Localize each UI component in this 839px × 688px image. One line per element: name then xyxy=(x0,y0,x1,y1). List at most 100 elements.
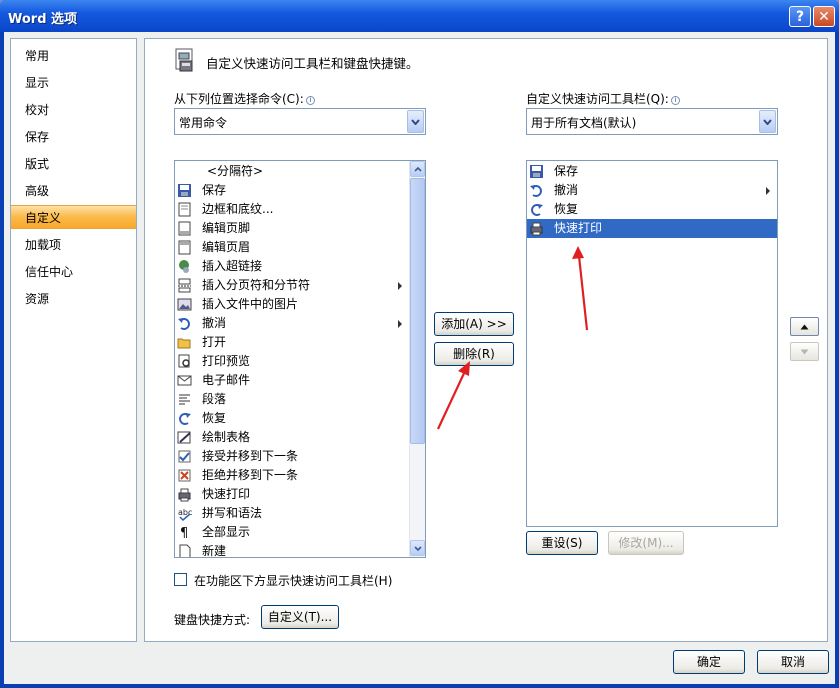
undo-icon xyxy=(178,318,190,330)
left.commands-row[interactable]: abc 拼写和语法 xyxy=(175,504,409,523)
submenu-arrow-icon xyxy=(766,187,770,195)
nav-item-common[interactable]: 常用 xyxy=(11,44,136,68)
triangle-down-icon xyxy=(800,349,809,354)
list-item-label: 打印预览 xyxy=(202,354,251,368)
left.commands-row[interactable]: 打印预览 xyxy=(175,352,409,371)
chevron-down-icon[interactable] xyxy=(407,110,424,133)
left.commands-row[interactable]: 插入超链接 xyxy=(175,257,409,276)
list-item-label: 绘制表格 xyxy=(202,430,251,444)
modify-button: 修改(M)... xyxy=(608,531,684,555)
scroll-up-icon[interactable] xyxy=(410,161,425,177)
print-preview-icon xyxy=(178,354,190,368)
list-item-label: 拒绝并移到下一条 xyxy=(202,468,299,482)
redo-icon xyxy=(531,204,543,216)
commands-list-scrollbar[interactable] xyxy=(409,161,425,557)
picture-icon xyxy=(177,298,192,311)
list-item-label: 快速打印 xyxy=(554,221,603,235)
left.commands-row[interactable]: 打开 xyxy=(175,333,409,352)
nav-item-advanced[interactable]: 高级 xyxy=(11,179,136,203)
window-title: Word 选项 xyxy=(8,12,78,27)
left.commands-row[interactable]: 保存 xyxy=(175,181,409,200)
left.commands-row[interactable]: 段落 xyxy=(175,390,409,409)
remove-button[interactable]: 删除(R) xyxy=(434,342,514,366)
left.commands-row[interactable]: 快速打印 xyxy=(175,485,409,504)
nav-item-proofing[interactable]: 校对 xyxy=(11,98,136,122)
left.commands-row[interactable]: 编辑页眉 xyxy=(175,238,409,257)
info-icon: i xyxy=(305,96,315,105)
left.commands-row[interactable]: 编辑页脚 xyxy=(175,219,409,238)
title-bar[interactable]: Word 选项 ? ✕ xyxy=(0,0,839,32)
redo-icon xyxy=(179,413,191,425)
left.commands-row[interactable]: 边框和底纹... xyxy=(175,200,409,219)
paragraph-icon xyxy=(179,394,190,405)
help-button[interactable]: ? xyxy=(789,6,811,27)
right.items-row[interactable]: 撤消 xyxy=(527,181,777,200)
choose-commands-label: 从下列位置选择命令(C): i xyxy=(174,90,315,107)
list-item-label: 保存 xyxy=(202,183,227,197)
choose-commands-dropdown[interactable]: 常用命令 xyxy=(174,108,426,135)
draw-table-icon xyxy=(177,431,191,444)
qat-scope-label-text: 自定义快速访问工具栏(Q): xyxy=(526,92,669,106)
list-item-label: <分隔符> xyxy=(207,164,264,178)
customize-shortcuts-button[interactable]: 自定义(T)... xyxy=(261,605,339,629)
right.items-row[interactable]: 快速打印 xyxy=(527,219,777,238)
nav-item-save[interactable]: 保存 xyxy=(11,125,136,149)
triangle-up-icon xyxy=(800,324,809,329)
left.commands-row[interactable]: 插入文件中的图片 xyxy=(175,295,409,314)
quick-print-icon xyxy=(530,222,543,236)
nav-item-layout[interactable]: 版式 xyxy=(11,152,136,176)
left.commands-row[interactable]: 绘制表格 xyxy=(175,428,409,447)
left.commands-row[interactable]: 电子邮件 xyxy=(175,371,409,390)
close-button[interactable]: ✕ xyxy=(813,6,835,27)
customize-panel: 自定义快速访问工具栏和键盘快捷键。 从下列位置选择命令(C): i 常用命令 <分… xyxy=(144,38,828,642)
list-item-label: 编辑页眉 xyxy=(202,240,251,254)
show-all-icon: ¶ xyxy=(180,526,188,540)
list-item-label: 保存 xyxy=(554,164,579,178)
save-icon xyxy=(530,165,543,178)
left.commands-row[interactable]: 新建 xyxy=(175,542,409,558)
info-icon: i xyxy=(670,96,680,105)
left.commands-row[interactable]: 撤消 xyxy=(175,314,409,333)
dialog-body: 常用 显示 校对 保存 版式 高级 自定义 加载项 信任中心 资源 自定义快速访… xyxy=(4,32,835,684)
qat-scope-dropdown[interactable]: 用于所有文档(默认) xyxy=(526,108,778,135)
nav-item-resources[interactable]: 资源 xyxy=(11,287,136,311)
right.items-row[interactable]: 保存 xyxy=(527,162,777,181)
commands-list[interactable]: <分隔符> 保存边框和底纹... 编辑页脚编辑页眉插入超链接插入分页符和分节符 插入文… xyxy=(174,160,426,558)
nav-item-customize[interactable]: 自定义 xyxy=(11,205,136,229)
accept-change-icon xyxy=(178,450,191,463)
list-item-label: 电子邮件 xyxy=(202,373,251,387)
add-button[interactable]: 添加(A) >> xyxy=(434,312,514,336)
list-item-label: 新建 xyxy=(202,544,227,558)
chevron-down-icon[interactable] xyxy=(759,110,776,133)
qat-scope-value: 用于所有文档(默认) xyxy=(531,116,637,130)
move-up-button[interactable] xyxy=(790,317,819,336)
nav-item-addins[interactable]: 加载项 xyxy=(11,233,136,257)
left.commands-row[interactable]: 插入分页符和分节符 xyxy=(175,276,409,295)
left.commands-row[interactable]: <分隔符> xyxy=(175,162,409,181)
reset-button[interactable]: 重设(S) xyxy=(526,531,598,555)
list-item-label: 打开 xyxy=(202,335,227,349)
scroll-down-icon[interactable] xyxy=(410,540,425,556)
cancel-button[interactable]: 取消 xyxy=(757,650,829,674)
scroll-thumb[interactable] xyxy=(410,178,425,444)
ok-button[interactable]: 确定 xyxy=(673,650,745,674)
submenu-arrow-icon xyxy=(398,282,402,290)
list-item-label: 撤消 xyxy=(202,316,227,330)
reject-change-icon xyxy=(178,469,191,482)
left.commands-row[interactable]: 拒绝并移到下一条 xyxy=(175,466,409,485)
page-break-icon xyxy=(178,278,191,293)
left.commands-row[interactable]: 接受并移到下一条 xyxy=(175,447,409,466)
qat-list[interactable]: 保存撤消 恢复快速打印 xyxy=(526,160,778,527)
list-item-label: 插入超链接 xyxy=(202,259,263,273)
nav-item-trust-center[interactable]: 信任中心 xyxy=(11,260,136,284)
submenu-arrow-icon xyxy=(398,320,402,328)
hyperlink-icon xyxy=(179,260,189,273)
options-nav: 常用 显示 校对 保存 版式 高级 自定义 加载项 信任中心 资源 xyxy=(10,38,137,642)
customize-toolbar-icon xyxy=(175,48,193,72)
open-folder-icon xyxy=(177,338,191,349)
right.items-row[interactable]: 恢复 xyxy=(527,200,777,219)
show-below-ribbon-checkbox[interactable] xyxy=(174,573,187,586)
left.commands-row[interactable]: 恢复 xyxy=(175,409,409,428)
left.commands-row[interactable]: ¶ 全部显示 xyxy=(175,523,409,542)
nav-item-display[interactable]: 显示 xyxy=(11,71,136,95)
